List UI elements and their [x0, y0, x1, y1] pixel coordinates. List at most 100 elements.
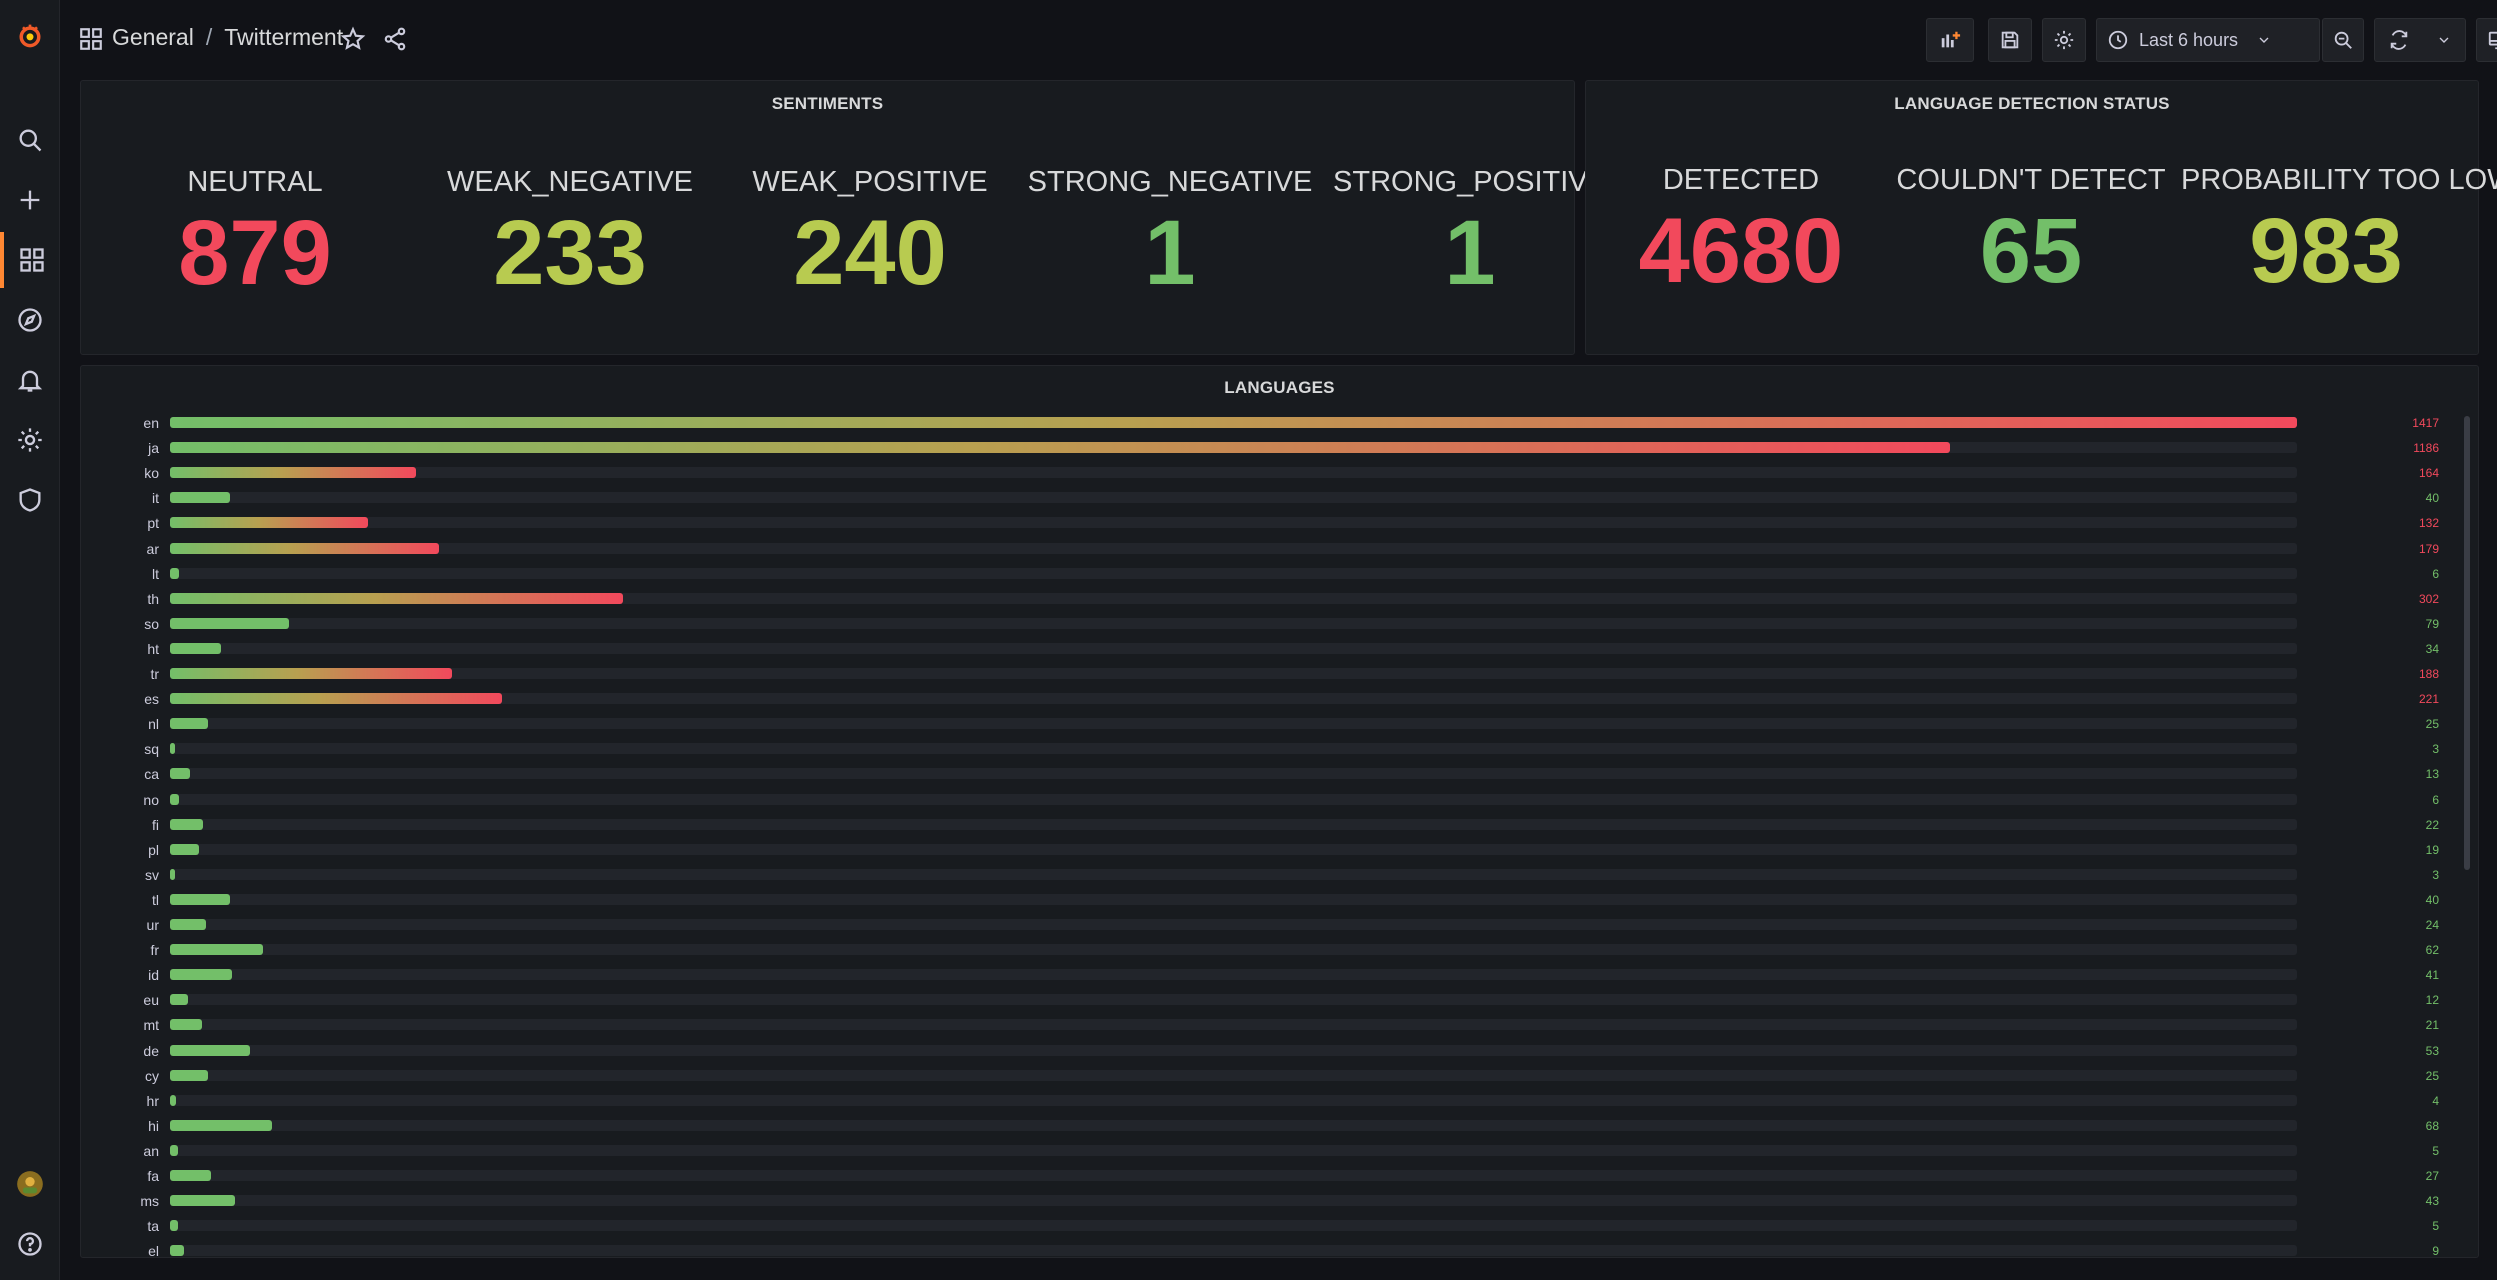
bar-track [170, 1220, 2297, 1232]
stat-value: 983 [2249, 200, 2403, 302]
zoom-out-icon [2334, 31, 2352, 49]
panel-title[interactable]: SENTIMENTS [81, 94, 1574, 114]
plus-icon[interactable] [0, 172, 60, 228]
bar-track [170, 567, 2297, 579]
bar-value: 221 [2418, 692, 2439, 707]
star-icon[interactable] [340, 26, 366, 52]
bar-row-ar: ar 179 [81, 539, 2478, 559]
shield-icon[interactable] [0, 472, 60, 528]
dashboard-settings-button[interactable] [2042, 18, 2086, 62]
bar-value: 3 [2432, 867, 2439, 882]
bar-fill-ht [170, 642, 222, 654]
bar-fill-en [170, 417, 2297, 428]
bar-fill-ms [170, 1195, 235, 1207]
bar-track [170, 517, 2297, 529]
share-icon[interactable] [382, 26, 408, 52]
stat-label: NEUTRAL [187, 166, 323, 198]
bar-row-id: id 41 [81, 965, 2478, 985]
bar-track [170, 1094, 2297, 1106]
breadcrumb: General / Twitterment [112, 24, 343, 51]
configuration-icon[interactable] [0, 412, 60, 468]
bar-label: sq [144, 741, 159, 758]
bar-track [170, 1245, 2297, 1257]
view-mode-button[interactable] [2476, 18, 2497, 62]
add-panel-button[interactable] [1926, 18, 1974, 62]
bar-track [170, 642, 2297, 654]
stat-strong-negative: STRONG_NEGATIVE 1 [1020, 166, 1320, 299]
bar-row-pl: pl 19 [81, 840, 2478, 860]
bar-value: 6 [2432, 566, 2439, 581]
bar-fill-tr [170, 668, 453, 679]
stat-value: 240 [793, 202, 947, 304]
bar-label: no [143, 791, 159, 808]
scrollbar[interactable] [2464, 416, 2470, 870]
bar-track [170, 743, 2297, 755]
help-icon[interactable] [0, 1216, 60, 1272]
grafana-logo[interactable] [0, 8, 60, 64]
bar-value: 13 [2425, 767, 2439, 782]
refresh-button[interactable] [2374, 18, 2466, 62]
bar-value: 25 [2425, 1068, 2439, 1083]
panel-title[interactable]: LANGUAGE DETECTION STATUS [1586, 94, 2478, 114]
bar-fill-nl [170, 718, 208, 730]
bar-fill-ca [170, 768, 190, 780]
bar-label: ms [140, 1193, 159, 1210]
time-picker-button[interactable]: Last 6 hours [2096, 18, 2320, 62]
bar-row-sq: sq 3 [81, 739, 2478, 759]
bar-row-sv: sv 3 [81, 865, 2478, 885]
stat-value: 1 [1144, 202, 1196, 304]
bar-label: tl [152, 891, 159, 908]
alerting-icon[interactable] [0, 352, 60, 408]
bar-fill-ta [170, 1220, 178, 1232]
bar-label: hi [148, 1117, 159, 1134]
bar-fill-an [170, 1144, 178, 1156]
bar-fill-id [170, 969, 232, 981]
bar-track [170, 768, 2297, 780]
bar-fill-no [170, 793, 179, 805]
stat-neutral: NEUTRAL 879 [130, 166, 380, 299]
bar-value: 4 [2432, 1093, 2439, 1108]
save-dashboard-button[interactable] [1988, 18, 2032, 62]
bar-row-ko: ko 164 [81, 463, 2478, 483]
chevron-down-icon [2259, 37, 2269, 43]
explore-icon[interactable] [0, 292, 60, 348]
bar-fill-hi [170, 1119, 273, 1131]
bar-label: sv [145, 866, 159, 883]
bar-value: 5 [2432, 1219, 2439, 1234]
bar-label: ar [146, 540, 159, 557]
bar-row-ja: ja 1186 [81, 438, 2478, 458]
top-bar: General / Twitterment Last 6 hours [60, 0, 2497, 80]
bar-fill-hr [170, 1094, 176, 1106]
dashboards-icon[interactable] [0, 232, 60, 288]
bar-track [170, 693, 2297, 705]
user-avatar[interactable] [0, 1156, 60, 1212]
stat-value: 233 [493, 202, 647, 304]
search-icon[interactable] [0, 112, 60, 168]
breadcrumb-folder[interactable]: General [112, 24, 194, 51]
bar-value: 179 [2418, 541, 2439, 556]
bar-value: 40 [2425, 491, 2439, 506]
breadcrumb-dashboard[interactable]: Twitterment [224, 24, 343, 51]
bar-fill-es [170, 693, 502, 705]
bar-row-ms: ms 43 [81, 1191, 2478, 1211]
bar-track [170, 868, 2297, 880]
bar-row-lt: lt 6 [81, 564, 2478, 584]
bar-track [170, 417, 2297, 428]
bar-label: pt [147, 515, 159, 532]
bar-row-tl: tl 40 [81, 890, 2478, 910]
bar-row-es: es 221 [81, 689, 2478, 709]
clock-icon [2108, 30, 2128, 50]
stat-strong-positive: STRONG_POSITIVE 1 [1310, 166, 1630, 299]
refresh-icon [2390, 30, 2408, 50]
dashboards-grid-icon [80, 28, 102, 50]
bar-row-el: el 9 [81, 1241, 2478, 1257]
bar-value: 41 [2425, 968, 2439, 983]
bar-fill-ur [170, 919, 207, 930]
bar-value: 188 [2418, 667, 2439, 681]
bar-track [170, 668, 2297, 679]
bar-gauge: en 1417 ja 1186 ko 164 it 40 pt 132 ar 179 lt 6 th 302 s… [81, 366, 2478, 1257]
stat-value: 879 [178, 202, 332, 304]
bar-track [170, 994, 2297, 1006]
zoom-out-button[interactable] [2322, 18, 2364, 62]
bar-row-fi: fi 22 [81, 815, 2478, 835]
